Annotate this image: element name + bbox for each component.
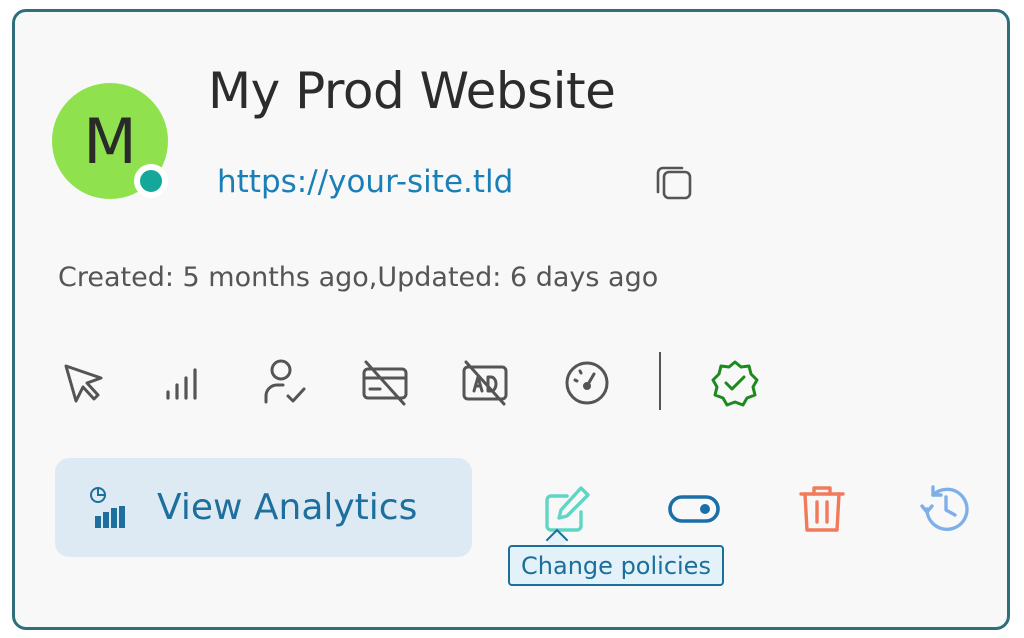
edit-pencil-icon[interactable] xyxy=(541,482,595,536)
created-label: Created: 5 months ago, xyxy=(58,262,378,293)
avatar-letter: M xyxy=(83,104,137,178)
cursor-icon[interactable] xyxy=(60,358,110,408)
updated-label: Updated: 6 days ago xyxy=(377,262,659,293)
timestamps: Created: 5 months ago,Updated: 6 days ag… xyxy=(58,262,658,293)
analytics-chart-icon xyxy=(90,486,125,528)
toggle-switch-icon[interactable] xyxy=(667,482,721,536)
signal-bars-icon[interactable] xyxy=(160,358,210,408)
change-policies-tooltip: Change policies xyxy=(508,545,724,586)
view-analytics-label: View Analytics xyxy=(157,487,418,528)
speedometer-icon[interactable] xyxy=(562,358,612,408)
verified-badge-icon[interactable] xyxy=(710,358,760,408)
online-status-dot xyxy=(134,164,168,198)
ad-off-icon[interactable] xyxy=(460,358,510,408)
site-title: My Prod Website xyxy=(208,62,616,120)
divider xyxy=(659,352,661,410)
history-icon[interactable] xyxy=(918,482,972,536)
trash-icon[interactable] xyxy=(795,482,849,536)
user-check-icon[interactable] xyxy=(260,358,310,408)
copy-icon[interactable] xyxy=(654,162,694,202)
card-off-icon[interactable] xyxy=(360,358,410,408)
site-url-link[interactable]: https://your-site.tld xyxy=(217,164,513,200)
view-analytics-button[interactable]: View Analytics xyxy=(55,458,472,557)
